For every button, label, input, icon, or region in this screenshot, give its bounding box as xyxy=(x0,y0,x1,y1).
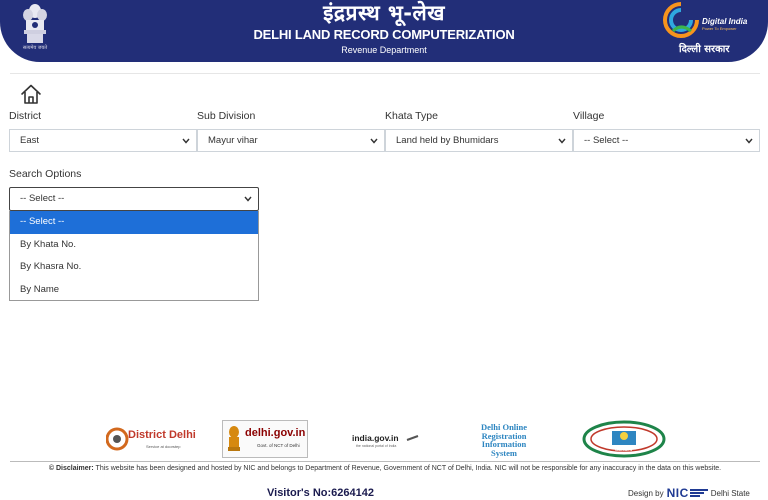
footer-divider xyxy=(10,461,760,462)
village-label: Village xyxy=(573,110,605,122)
chevron-down-icon xyxy=(244,196,252,202)
doris-line-4: System xyxy=(491,447,517,458)
delhi-gov-logo[interactable]: delhi.gov.in Govt. of NCT of Delhi xyxy=(222,420,308,458)
arrow-icon xyxy=(406,435,419,441)
digital-india-text: Digital India xyxy=(702,17,748,26)
khata-type-select[interactable]: Land held by Bhumidars xyxy=(385,129,573,152)
header-banner: सत्यमेव जयते इंद्रप्रस्थ भू-लेख DELHI LA… xyxy=(0,0,768,62)
sub-division-label: Sub Division xyxy=(197,110,256,122)
india-gov-subtext: the national portal of India xyxy=(356,444,397,448)
search-options-label: Search Options xyxy=(9,168,82,180)
district-value: East xyxy=(20,135,40,146)
india-gov-text: india.gov.in xyxy=(352,433,399,443)
digital-india-logo: Digital India Power To Empower xyxy=(661,1,753,39)
nic-text: NIC xyxy=(666,486,689,500)
disclaimer-text: This website has been designed and hoste… xyxy=(95,465,722,472)
search-options-value: -- Select -- xyxy=(20,193,65,204)
design-by-label: Design by xyxy=(628,488,664,498)
department-subtitle: Revenue Department xyxy=(341,45,427,55)
disclaimer-label: © Disclaimer: xyxy=(48,465,94,472)
page-title: DELHI LAND RECORD COMPUTERIZATION xyxy=(253,27,515,42)
emblem-small-icon xyxy=(228,426,240,451)
nic-icon xyxy=(689,489,708,497)
digital-india-icon xyxy=(663,2,699,38)
village-value: -- Select -- xyxy=(584,135,629,146)
partner-logos: District Delhi Service at doorstep delhi… xyxy=(0,420,768,460)
district-label: District xyxy=(9,110,42,122)
hindi-title: इंद्रप्रस्थ भू-लेख xyxy=(323,1,445,25)
chevron-down-icon xyxy=(182,138,190,144)
divider xyxy=(10,73,760,74)
chevron-down-icon xyxy=(370,138,378,144)
search-options-dropdown: -- Select -- By Khata No. By Khasra No. … xyxy=(9,211,259,301)
delhi-gov-text: delhi.gov.in xyxy=(245,427,306,439)
visitor-counter: Visitor's No:6264142 xyxy=(267,487,374,499)
district-delhi-subtext: Service at doorstep xyxy=(146,444,181,449)
national-emblem: सत्यमेव जयते xyxy=(14,2,56,58)
chevron-down-icon xyxy=(745,138,753,144)
delhi-sarkar-label: दिल्ली सरकार xyxy=(679,44,730,55)
khata-type-label: Khata Type xyxy=(385,110,438,122)
design-credit: Design by NIC Delhi State xyxy=(628,486,750,500)
doris-logo[interactable]: Delhi Online Registration Information Sy… xyxy=(462,420,546,458)
nic-logo[interactable]: NIC xyxy=(667,486,708,500)
emblem-caption: सत्यमेव जयते xyxy=(22,45,48,51)
chevron-down-icon xyxy=(558,138,566,144)
home-button[interactable] xyxy=(20,83,42,105)
search-options-select[interactable]: -- Select -- xyxy=(9,187,259,211)
disclaimer: © Disclaimer: This website has been desi… xyxy=(10,463,760,474)
digital-india-tagline: Power To Empower xyxy=(702,26,737,31)
district-delhi-logo[interactable]: District Delhi Service at doorstep xyxy=(105,420,196,458)
sub-division-value: Mayur vihar xyxy=(208,135,258,146)
option-by-khasra-no[interactable]: By Khasra No. xyxy=(10,256,258,279)
village-select[interactable]: -- Select -- xyxy=(573,129,760,152)
header-titles: इंद्रप्रस्थ भू-लेख DELHI LAND RECORD COM… xyxy=(234,0,534,62)
option-by-khata-no[interactable]: By Khata No. xyxy=(10,234,258,257)
delhi-state-label: Delhi State xyxy=(710,488,750,498)
option-by-name[interactable]: By Name xyxy=(10,279,258,302)
delhi-gov-subtext: Govt. of NCT of Delhi xyxy=(257,443,300,448)
emblem-icon xyxy=(23,4,47,43)
cersai-icon xyxy=(582,420,666,458)
india-gov-logo[interactable]: india.gov.in the national portal of Indi… xyxy=(352,420,422,458)
sub-division-select[interactable]: Mayur vihar xyxy=(197,129,385,152)
cersai-logo[interactable]: CERSAI xyxy=(582,420,666,458)
khata-type-value: Land held by Bhumidars xyxy=(396,135,499,146)
district-delhi-text: District Delhi xyxy=(128,429,196,441)
option-select[interactable]: -- Select -- xyxy=(10,211,258,234)
cersai-text: CERSAI xyxy=(615,447,633,452)
home-icon xyxy=(21,84,41,104)
district-select[interactable]: East xyxy=(9,129,197,152)
